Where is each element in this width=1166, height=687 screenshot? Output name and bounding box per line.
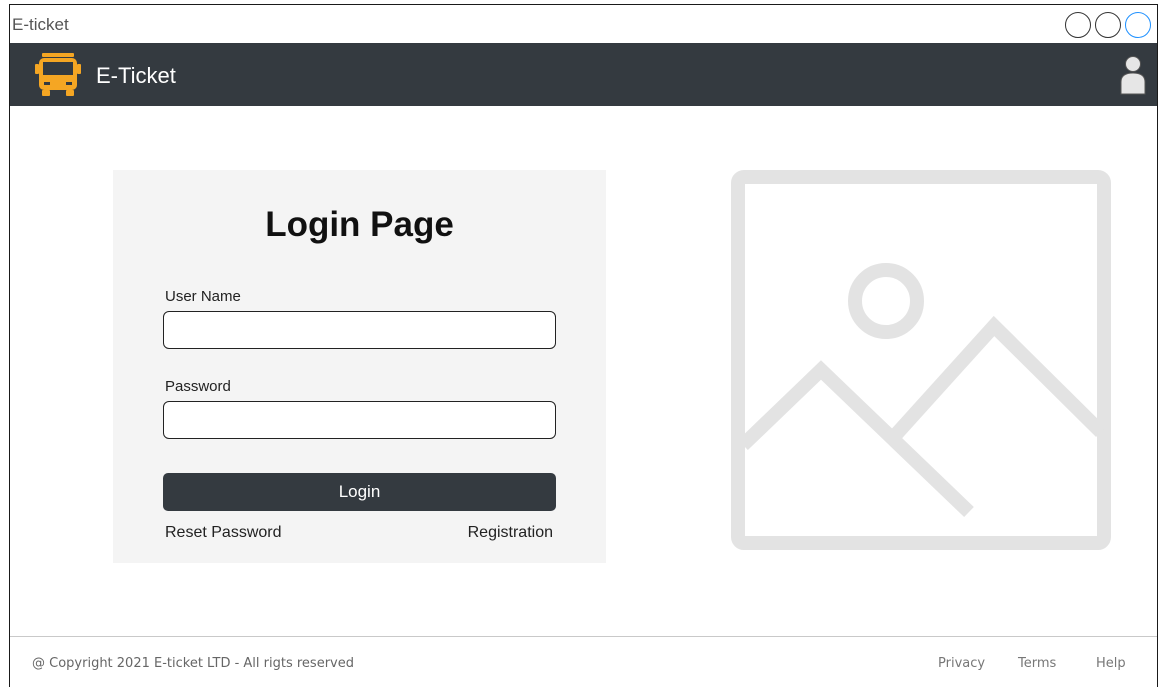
footer: @ Copyright 2021 E-ticket LTD - All rigt… — [10, 636, 1157, 687]
navbar: E-Ticket — [10, 43, 1157, 106]
login-card: Login Page User Name Password Login Rese… — [113, 170, 606, 563]
maximize-button[interactable] — [1095, 12, 1121, 38]
username-input[interactable] — [163, 311, 556, 349]
window-title: E-ticket — [12, 15, 69, 34]
password-label: Password — [165, 378, 231, 395]
copyright-text: @ Copyright 2021 E-ticket LTD - All rigt… — [32, 656, 354, 671]
privacy-link[interactable]: Privacy — [938, 655, 985, 673]
bus-icon — [35, 53, 81, 96]
page-title: Login Page — [265, 205, 454, 244]
password-input[interactable] — [163, 401, 556, 439]
help-link[interactable]: Help — [1096, 655, 1126, 673]
title-bar: E-ticket — [10, 5, 1157, 43]
app-window: E-ticket E-Ticket Login Page User Name P… — [9, 4, 1158, 687]
close-button[interactable] — [1125, 12, 1151, 38]
user-icon[interactable] — [1120, 55, 1146, 95]
terms-link[interactable]: Terms — [1018, 655, 1056, 673]
username-label: User Name — [165, 288, 241, 305]
minimize-button[interactable] — [1065, 12, 1091, 38]
brand-name[interactable]: E-Ticket — [96, 63, 176, 89]
image-placeholder-icon — [731, 170, 1111, 550]
registration-link[interactable]: Registration — [468, 523, 553, 543]
reset-password-link[interactable]: Reset Password — [165, 523, 282, 543]
login-button[interactable]: Login — [163, 473, 556, 511]
